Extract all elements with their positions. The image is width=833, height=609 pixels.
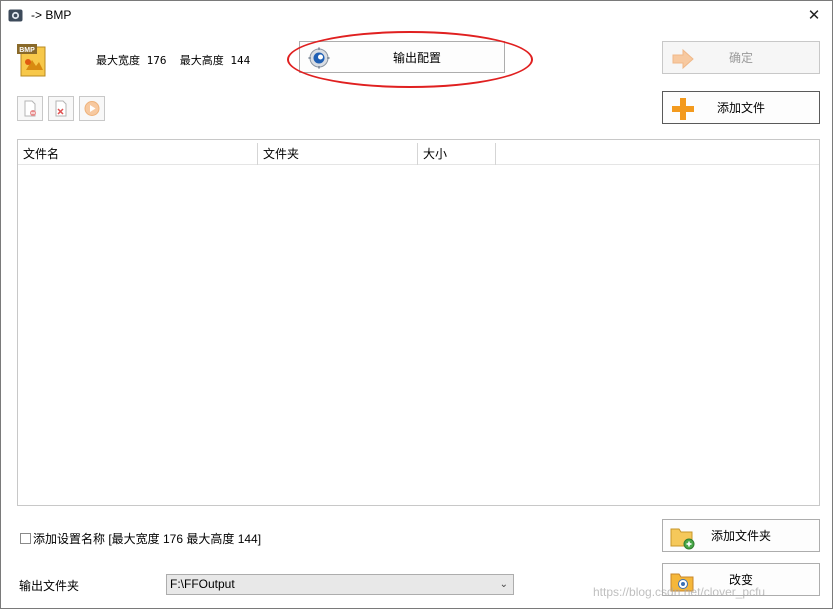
file-list[interactable]: 文件名 文件夹 大小 — [17, 139, 820, 506]
change-button[interactable]: 改变 — [662, 563, 820, 596]
max-size-info: 最大宽度 176 最大高度 144 — [96, 54, 251, 67]
output-config-label: 输出配置 — [392, 50, 441, 65]
clear-list-button[interactable] — [48, 96, 74, 121]
append-setting-label[interactable]: 添加设置名称 [最大宽度 176 最大高度 144] — [33, 530, 261, 547]
title-bar: -> BMP ✕ — [1, 1, 832, 31]
confirm-button[interactable]: 确定 — [662, 41, 820, 74]
start-button[interactable] — [79, 96, 105, 121]
output-folder-select[interactable]: F:\FFOutput ⌄ — [166, 574, 514, 595]
window-title: -> BMP — [31, 8, 72, 22]
file-list-header: 文件名 文件夹 大小 — [18, 143, 819, 165]
clear-list-icon — [55, 100, 67, 117]
column-header-filename[interactable]: 文件名 — [18, 143, 258, 165]
add-file-label: 添加文件 — [716, 101, 765, 115]
play-icon — [84, 101, 100, 116]
dialog-window: -> BMP ✕ BMP 最大宽度 176 最大高度 144 输出配置 确定 添… — [0, 0, 833, 609]
add-folder-label: 添加文件夹 — [710, 529, 771, 543]
append-setting-checkbox[interactable] — [20, 533, 31, 544]
svg-text:BMP: BMP — [19, 47, 35, 54]
column-header-size[interactable]: 大小 — [418, 143, 496, 165]
append-setting-row: 添加设置名称 [最大宽度 176 最大高度 144] — [20, 530, 261, 547]
add-folder-button[interactable]: 添加文件夹 — [662, 519, 820, 552]
close-icon: ✕ — [807, 7, 821, 24]
output-config-button[interactable]: 输出配置 — [299, 41, 505, 73]
close-button[interactable]: ✕ — [802, 4, 826, 28]
output-folder-value: F:\FFOutput — [170, 577, 235, 591]
bmp-file-icon: BMP — [17, 44, 46, 77]
change-label: 改变 — [728, 573, 753, 587]
gear-icon — [308, 47, 330, 69]
output-folder-label: 输出文件夹 — [19, 579, 80, 593]
add-file-button[interactable]: 添加文件 — [662, 91, 820, 124]
remove-file-button[interactable] — [17, 96, 43, 121]
confirm-label: 确定 — [728, 51, 753, 65]
column-header-folder[interactable]: 文件夹 — [258, 143, 418, 165]
chevron-down-icon: ⌄ — [499, 579, 508, 590]
app-icon — [8, 9, 23, 22]
remove-file-icon — [24, 100, 36, 117]
